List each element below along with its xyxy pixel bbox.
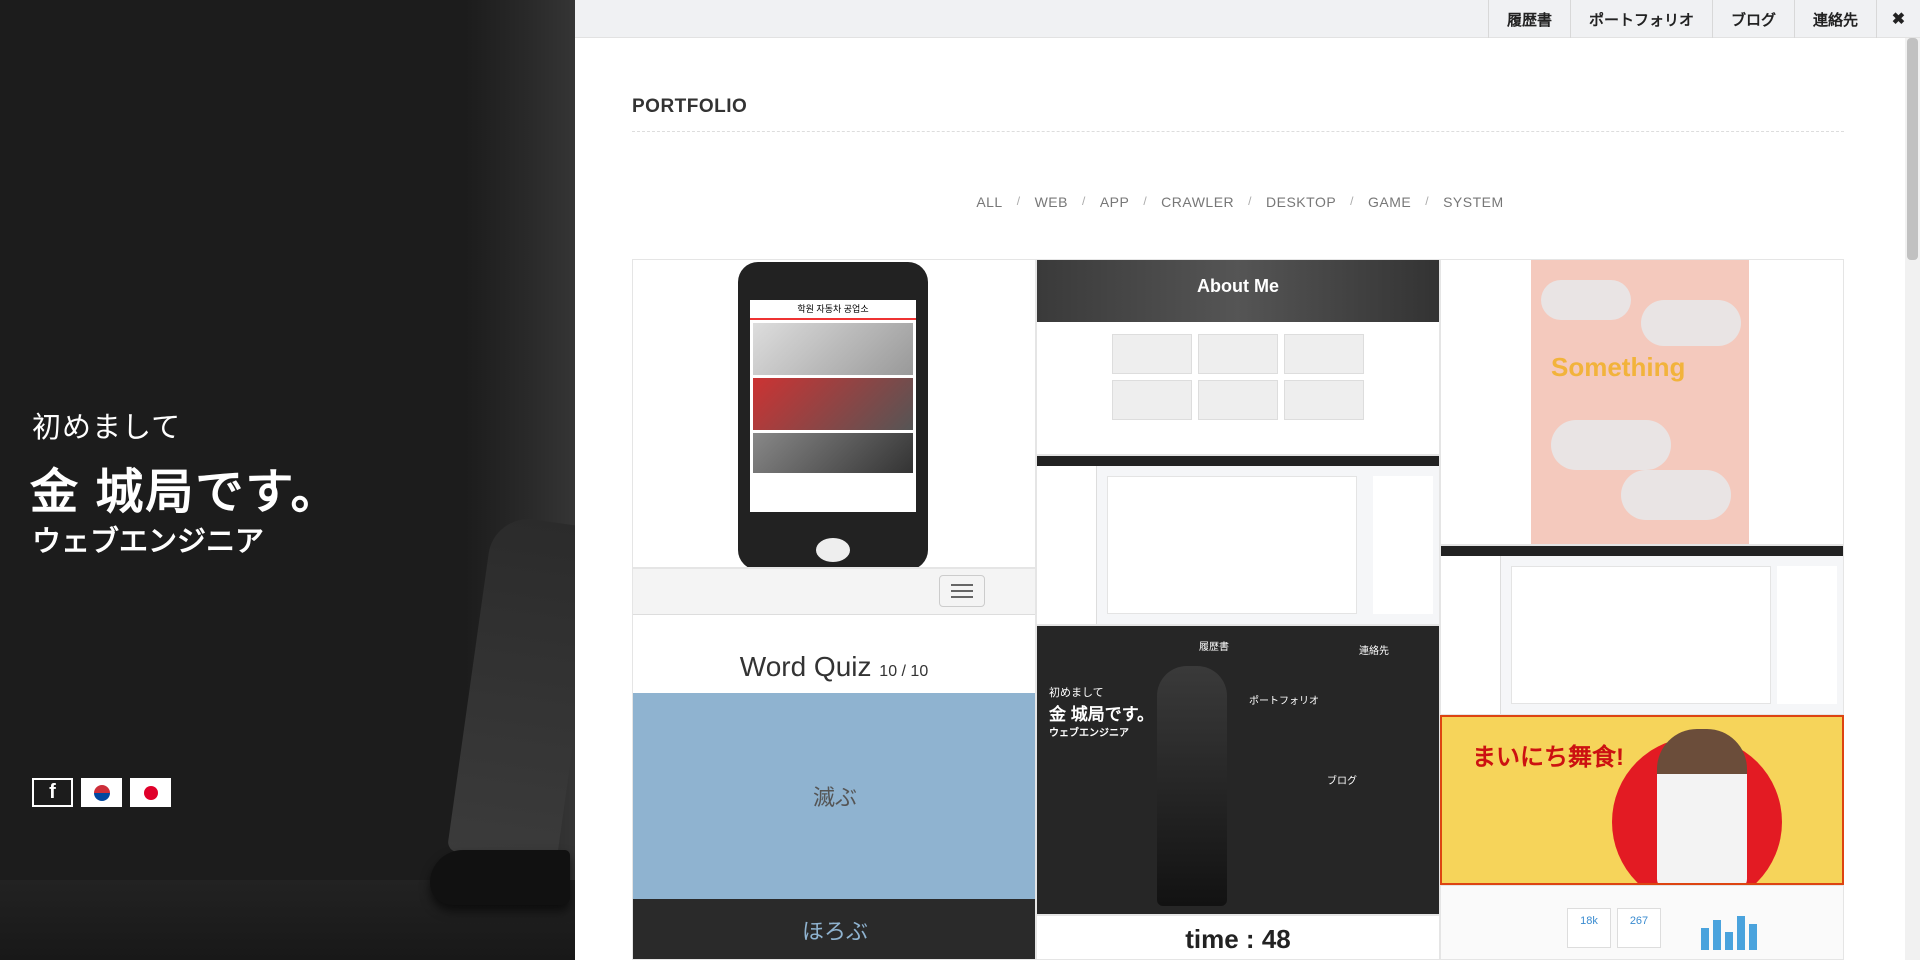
self-link-blog: ブログ xyxy=(1327,776,1357,787)
social-links: f xyxy=(32,778,171,807)
phone-mockup: 학원 자동차 공업소 xyxy=(738,262,928,567)
hero-role: ウェブエンジニア xyxy=(32,526,265,558)
quiz-progress: 10 / 10 xyxy=(879,663,929,680)
page-scrollbar[interactable] xyxy=(1905,38,1920,960)
filter-game[interactable]: GAME xyxy=(1368,194,1411,210)
filter-web[interactable]: WEB xyxy=(1035,194,1068,210)
nav-contact[interactable]: 連絡先 xyxy=(1793,0,1876,38)
quiz-title: Word Quiz 10 / 10 xyxy=(633,651,1035,683)
hero-greeting: 初めまして xyxy=(32,412,182,444)
dashboard-stat: 267 xyxy=(1617,908,1661,948)
filter-separator: / xyxy=(1425,194,1430,208)
about-me-thumbnails xyxy=(1037,334,1439,420)
hamburger-icon xyxy=(939,575,985,607)
self-link-resume: 履歴書 xyxy=(1199,642,1229,653)
filter-separator: / xyxy=(1143,194,1148,208)
nav-blog[interactable]: ブログ xyxy=(1711,0,1794,38)
korea-flag-icon[interactable] xyxy=(81,778,122,807)
portfolio-item-dashboard[interactable]: 18k 267 xyxy=(1440,885,1844,960)
something-poster: Something xyxy=(1531,260,1749,544)
portfolio-item-time-game[interactable]: time : 48 xyxy=(1036,915,1440,960)
banner-figure xyxy=(1657,729,1747,883)
self-greeting: 初めまして xyxy=(1049,687,1104,699)
self-link-portfolio: ポートフォリオ xyxy=(1249,696,1319,707)
facebook-icon[interactable]: f xyxy=(32,778,73,807)
portfolio-item-word-quiz[interactable]: Word Quiz 10 / 10 滅ぶ ほろぶ xyxy=(632,568,1036,960)
portfolio-section: PORTFOLIO ALL / WEB / APP / CRAWLER / DE… xyxy=(575,38,1905,960)
phone-app-title: 학원 자동차 공업소 xyxy=(750,300,916,320)
quiz-navbar xyxy=(633,569,1035,615)
top-nav: 履歴書 ポートフォリオ ブログ 連絡先 ✖ xyxy=(575,0,1920,38)
self-name: 金 城局です。 xyxy=(1049,705,1155,724)
nav-resume[interactable]: 履歴書 xyxy=(1487,0,1570,38)
portfolio-item-something[interactable]: Something xyxy=(1440,259,1844,545)
scrollbar-thumb[interactable] xyxy=(1907,38,1918,260)
dashboard-bars xyxy=(1701,916,1757,950)
filter-separator: / xyxy=(1350,194,1355,208)
portfolio-item-chat-app-2[interactable] xyxy=(1440,545,1844,715)
nav-portfolio[interactable]: ポートフォリオ xyxy=(1569,0,1712,38)
quiz-title-text: Word Quiz xyxy=(739,651,872,682)
hero-figure-shoe xyxy=(430,850,570,905)
portfolio-grid: 학원 자동차 공업소 Word Quiz 10 / 10 滅ぶ ほろぶ Abou… xyxy=(632,259,1844,960)
self-link-contact: 連絡先 xyxy=(1359,646,1389,657)
page-title: PORTFOLIO xyxy=(632,96,748,117)
portfolio-item-food-banner[interactable]: まいにち舞食! xyxy=(1440,715,1844,885)
filter-system[interactable]: SYSTEM xyxy=(1443,194,1504,210)
filter-app[interactable]: APP xyxy=(1100,194,1130,210)
quiz-answer-b: ほろぶ xyxy=(633,899,1035,959)
banner-title: まいにち舞食! xyxy=(1472,744,1624,771)
self-role: ウェブエンジニア xyxy=(1049,728,1129,739)
hero-name: 金 城局です。 xyxy=(30,466,341,519)
filter-desktop[interactable]: DESKTOP xyxy=(1266,194,1336,210)
hero-panel: 初めまして 金 城局です。 ウェブエンジニア f xyxy=(0,0,575,960)
filter-separator: / xyxy=(1248,194,1253,208)
about-me-title: About Me xyxy=(1037,260,1439,322)
close-icon[interactable]: ✖ xyxy=(1876,0,1920,38)
dashboard-stat: 18k xyxy=(1567,908,1611,948)
something-title: Something xyxy=(1551,352,1686,382)
filter-all[interactable]: ALL xyxy=(976,194,1002,210)
portfolio-item-about-me[interactable]: About Me xyxy=(1036,259,1440,455)
filter-separator: / xyxy=(1081,194,1086,208)
quiz-answer-a: 滅ぶ xyxy=(633,693,1035,899)
filter-separator: / xyxy=(1016,194,1021,208)
portfolio-item-phone-app[interactable]: 학원 자동차 공업소 xyxy=(632,259,1036,568)
portfolio-item-chat-app[interactable] xyxy=(1036,455,1440,625)
portfolio-filters: ALL / WEB / APP / CRAWLER / DESKTOP / GA… xyxy=(575,194,1905,210)
portfolio-item-personal-site[interactable]: 初めまして 金 城局です。 ウェブエンジニア 履歴書 連絡先 ポートフォリオ ブ… xyxy=(1036,625,1440,915)
filter-crawler[interactable]: CRAWLER xyxy=(1161,194,1234,210)
title-divider xyxy=(632,131,1844,132)
japan-flag-icon[interactable] xyxy=(130,778,171,807)
portrait-figure xyxy=(1157,666,1227,906)
